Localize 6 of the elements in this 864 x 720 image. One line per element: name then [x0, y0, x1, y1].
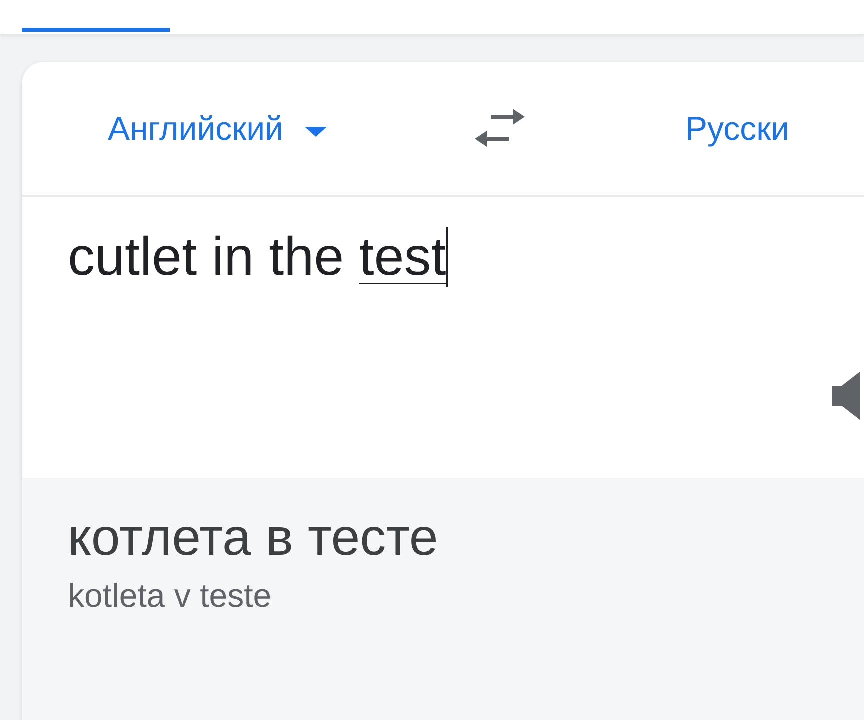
translation-text: котлета в тесте	[68, 510, 438, 568]
caret-icon	[303, 124, 330, 138]
transliteration-text: kotleta v teste	[68, 576, 272, 616]
input-field[interactable]: cutlet in the test	[68, 225, 448, 290]
target-language-button[interactable]: Русски	[685, 104, 790, 154]
source-language-button[interactable]: Английский	[108, 104, 330, 154]
